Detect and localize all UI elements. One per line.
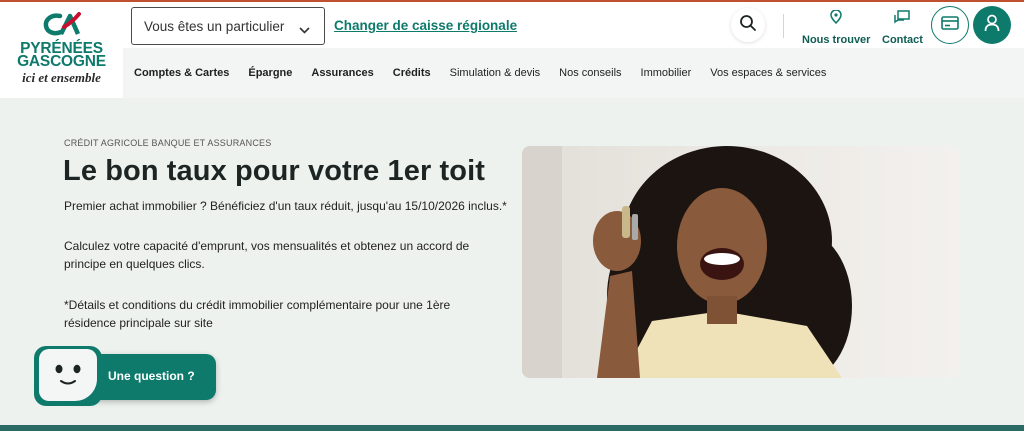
chatbot-face-icon: [34, 346, 102, 406]
chat-bubbles-icon: [894, 10, 911, 29]
contact-label: Contact: [882, 34, 923, 46]
hero-title: Le bon taux pour votre 1er toit: [63, 155, 486, 187]
customer-type-select[interactable]: Vous êtes un particulier: [131, 7, 325, 45]
hero-subtitle: Premier achat immobilier ? Bénéficiez d'…: [64, 199, 507, 213]
main-navigation: Comptes & Cartes Épargne Assurances Créd…: [123, 48, 1024, 98]
card-button[interactable]: [931, 6, 969, 44]
credit-agricole-logo-icon: [41, 12, 83, 38]
chat-label: Une question ?: [108, 369, 195, 383]
user-icon: [984, 14, 1000, 37]
find-us-button[interactable]: Nous trouver: [802, 9, 871, 46]
brand-tagline: ici et ensemble: [22, 70, 101, 85]
nav-item-assurances[interactable]: Assurances: [311, 67, 373, 79]
nav-item-comptes-cartes[interactable]: Comptes & Cartes: [134, 67, 229, 79]
find-us-label: Nous trouver: [802, 34, 871, 46]
nav-item-nos-conseils[interactable]: Nos conseils: [559, 67, 621, 79]
hero-image: [522, 146, 960, 378]
hero-description: Calculez votre capacité d'emprunt, vos m…: [64, 239, 470, 271]
brand-name: PYRÉNÉES GASCOGNE: [17, 40, 106, 70]
hero-disclaimer: *Détails et conditions du crédit immobil…: [64, 298, 451, 330]
brand-logo[interactable]: PYRÉNÉES GASCOGNE ici et ensemble: [0, 2, 123, 98]
nav-item-vos-espaces[interactable]: Vos espaces & services: [710, 67, 826, 79]
search-button[interactable]: [731, 8, 765, 42]
chevron-down-icon: [299, 22, 310, 37]
customer-type-value: Vous êtes un particulier: [144, 18, 285, 34]
header-bar: Vous êtes un particulier Changer de cais…: [123, 2, 1024, 48]
map-pin-icon: [830, 9, 842, 29]
contact-button[interactable]: Contact: [882, 10, 923, 46]
nav-item-credits[interactable]: Crédits: [393, 67, 431, 79]
hero-kicker: CRÉDIT AGRICOLE BANQUE ET ASSURANCES: [64, 138, 272, 148]
account-button[interactable]: [973, 6, 1011, 44]
bottom-band: [0, 425, 1024, 431]
change-region-link[interactable]: Changer de caisse régionale: [334, 18, 517, 33]
nav-item-immobilier[interactable]: Immobilier: [641, 67, 692, 79]
nav-item-simulation-devis[interactable]: Simulation & devis: [450, 67, 541, 79]
header-divider: [783, 14, 784, 38]
credit-card-icon: [941, 15, 959, 35]
search-icon: [739, 14, 757, 37]
nav-item-epargne[interactable]: Épargne: [248, 67, 292, 79]
